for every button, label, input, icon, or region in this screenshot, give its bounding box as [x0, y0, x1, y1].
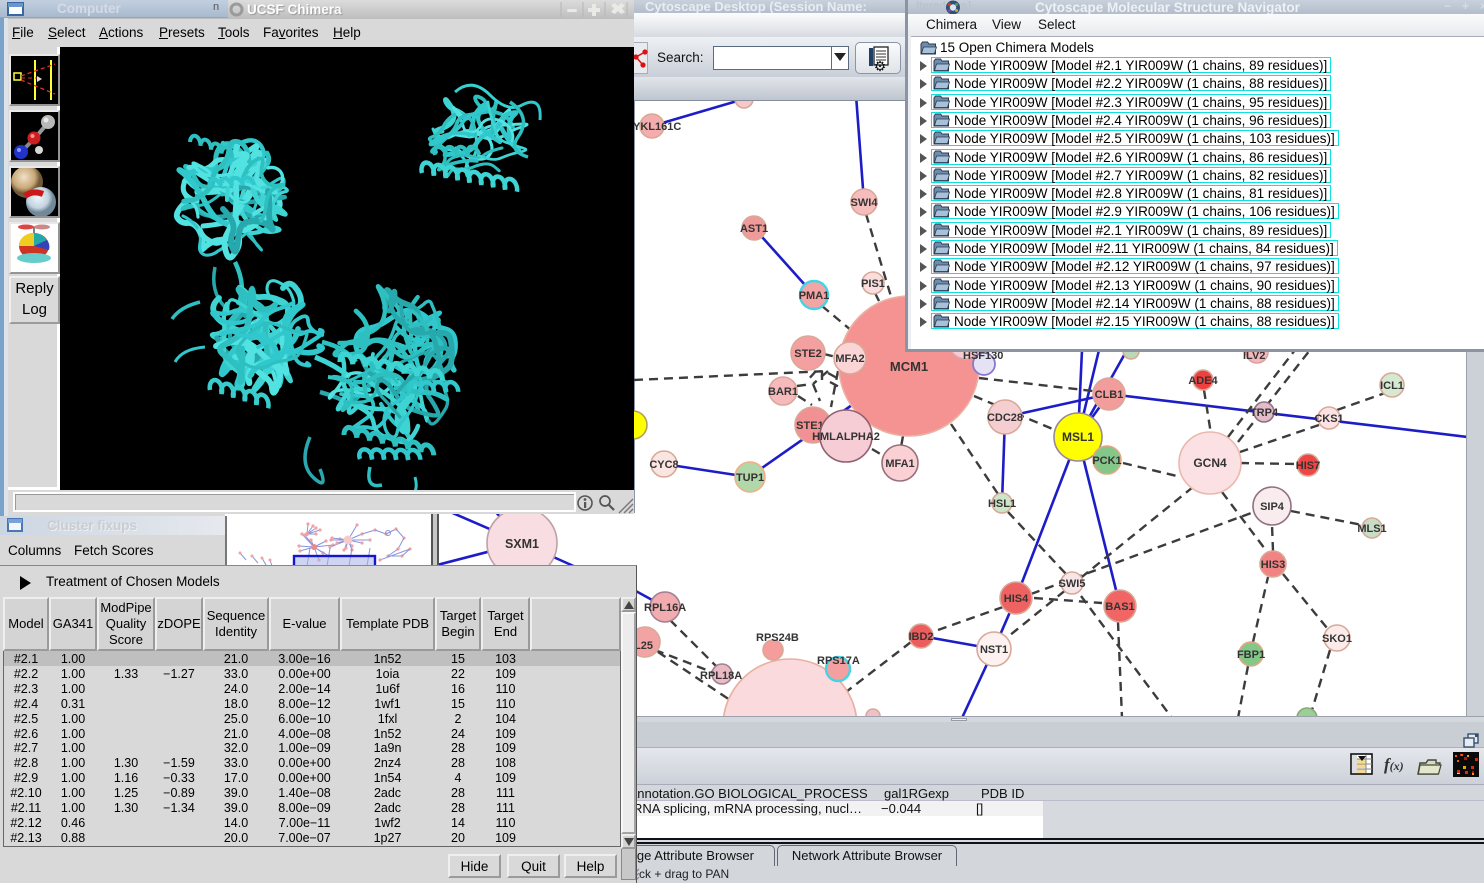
svg-text:NST1: NST1	[980, 644, 1008, 656]
svg-text:BAS1: BAS1	[1105, 601, 1134, 613]
svg-text:CDC28: CDC28	[987, 412, 1023, 424]
svg-text:IBD2: IBD2	[908, 631, 933, 643]
svg-text:PIS1: PIS1	[861, 278, 885, 290]
svg-text:RPL16A: RPL16A	[644, 602, 686, 614]
svg-text:STE2: STE2	[794, 348, 822, 360]
svg-text:SKO1: SKO1	[1322, 633, 1352, 645]
svg-text:HIS4: HIS4	[1004, 593, 1029, 605]
svg-text:CKS1: CKS1	[1314, 413, 1343, 425]
svg-text:PMA1: PMA1	[799, 290, 830, 302]
svg-text:ADE4: ADE4	[1188, 375, 1218, 387]
svg-text:AST1: AST1	[740, 223, 768, 235]
svg-text:MFA1: MFA1	[885, 458, 914, 470]
svg-text:SWI5: SWI5	[1059, 578, 1086, 590]
svg-text:TUP1: TUP1	[736, 472, 764, 484]
svg-text:SIP4: SIP4	[1260, 501, 1285, 513]
svg-text:ICL1: ICL1	[1380, 380, 1404, 392]
svg-text:SWI4: SWI4	[851, 197, 879, 209]
svg-text:MFA2: MFA2	[835, 353, 864, 365]
svg-text:BAR1: BAR1	[768, 386, 798, 398]
svg-text:YKL161C: YKL161C	[633, 121, 681, 133]
svg-text:SXM1: SXM1	[505, 537, 539, 551]
svg-text:PCK1: PCK1	[1092, 455, 1121, 467]
svg-text:RPS17A: RPS17A	[817, 655, 860, 667]
svg-text:HIS7: HIS7	[1296, 460, 1320, 472]
svg-text:GCN4: GCN4	[1193, 456, 1227, 470]
svg-text:CLB1: CLB1	[1095, 389, 1124, 401]
svg-text:MCM1: MCM1	[890, 359, 928, 374]
svg-text:CYC8: CYC8	[649, 459, 678, 471]
svg-text:MLS1: MLS1	[1357, 523, 1386, 535]
svg-text:HIS3: HIS3	[1261, 559, 1285, 571]
svg-text:MSL1: MSL1	[1062, 430, 1094, 444]
svg-text:RPL18A: RPL18A	[700, 670, 742, 682]
svg-text:TRP4: TRP4	[1250, 407, 1279, 419]
svg-text:HSL1: HSL1	[988, 498, 1016, 510]
svg-text:RPS24B: RPS24B	[756, 632, 799, 644]
svg-text:HMLALPHA2: HMLALPHA2	[812, 431, 880, 443]
svg-text:FBP1: FBP1	[1237, 649, 1265, 661]
